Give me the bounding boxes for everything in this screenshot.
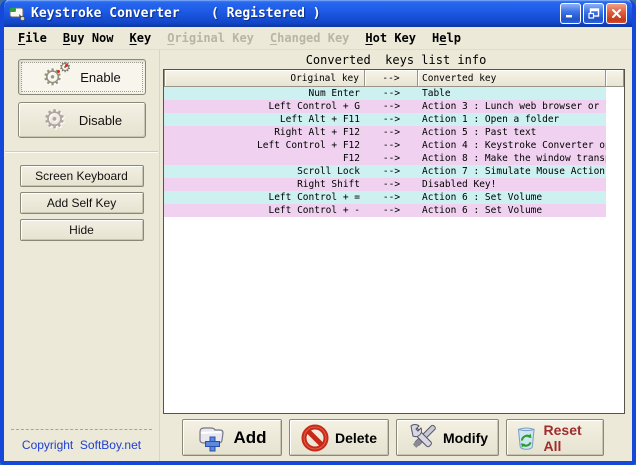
minimize-icon [565, 8, 576, 19]
reset-all-label: Reset All [544, 422, 595, 454]
cell: --> [365, 113, 418, 126]
cell: Left Control + = [164, 191, 365, 204]
table-row[interactable]: Scroll Lock-->Action 7 : Simulate Mouse … [164, 165, 606, 178]
disable-button[interactable]: ⚙ Disable [18, 102, 146, 138]
table-row[interactable]: Right Shift-->Disabled Key! [164, 178, 606, 191]
reset-all-icon [515, 424, 538, 452]
maximize-icon [588, 8, 600, 19]
reset-all-button[interactable]: Reset All [506, 419, 604, 456]
cell: Left Control + - [164, 204, 365, 217]
menu-item-original-key: Original Key [159, 29, 262, 48]
cell: Right Alt + F12 [164, 126, 365, 139]
list-title: Converted keys list info [160, 50, 632, 69]
copyright-separator [11, 429, 152, 430]
cell: --> [365, 100, 418, 113]
cell: --> [365, 139, 418, 152]
cell: Right Shift [164, 178, 365, 191]
cell: --> [365, 165, 418, 178]
delete-icon [301, 424, 329, 452]
cell: F12 [164, 152, 365, 165]
add-button[interactable]: Add [182, 419, 282, 456]
add-icon [197, 424, 227, 452]
cell: --> [365, 204, 418, 217]
menu-item-changed-key: Changed Key [262, 29, 357, 48]
sidebar: ⚙ ⚙ Enable ⚙ Disable Screen Keyboard Add… [4, 50, 160, 461]
app-icon [9, 6, 27, 22]
menu-item-hot-key[interactable]: Hot Key [357, 29, 424, 48]
modify-button[interactable]: Modify [396, 419, 499, 456]
cell: Disabled Key! [418, 178, 606, 191]
delete-label: Delete [335, 430, 377, 446]
gears-icon: ⚙ ⚙ [42, 62, 72, 92]
close-button[interactable] [606, 3, 627, 24]
menu-item-key[interactable]: Key [122, 29, 160, 48]
cell: --> [365, 152, 418, 165]
modify-icon [407, 423, 437, 453]
cell: Left Alt + F11 [164, 113, 365, 126]
cell: --> [365, 87, 418, 100]
add-label: Add [233, 428, 266, 448]
cell: Action 6 : Set Volume [418, 204, 606, 217]
cell: Action 8 : Make the window transpa... [418, 152, 606, 165]
table-row[interactable]: Left Control + F12-->Action 4 : Keystrok… [164, 139, 606, 152]
cell: --> [365, 178, 418, 191]
key-list-rows: Num Enter-->TableLeft Control + G-->Acti… [164, 87, 624, 217]
cell: --> [365, 126, 418, 139]
menu-item-file[interactable]: File [10, 29, 55, 48]
title-bar[interactable]: Keystroke Converter ( Registered ) [4, 0, 632, 27]
cell: Left Control + G [164, 100, 365, 113]
table-row[interactable]: F12-->Action 8 : Make the window transpa… [164, 152, 606, 165]
disable-label: Disable [79, 113, 122, 128]
window-title: Keystroke Converter ( Registered ) [31, 6, 560, 21]
cell: --> [365, 191, 418, 204]
enable-label: Enable [80, 70, 120, 85]
minimize-button[interactable] [560, 3, 581, 24]
screen-keyboard-button[interactable]: Screen Keyboard [20, 165, 144, 187]
column-header-original-key[interactable]: Original key [164, 70, 365, 87]
action-bar: Add Delete [160, 414, 632, 461]
modify-label: Modify [443, 430, 488, 446]
menu-item-buy-now[interactable]: Buy Now [55, 29, 122, 48]
app-window: Keystroke Converter ( Registered ) [0, 0, 636, 465]
menu-item-help[interactable]: Help [424, 29, 469, 48]
cell: Action 6 : Set Volume [418, 191, 606, 204]
cell: Action 4 : Keystroke Converter ope... [418, 139, 606, 152]
close-icon [611, 8, 622, 19]
table-row[interactable]: Num Enter-->Table [164, 87, 606, 100]
list-header: Original key --> Converted key [164, 70, 624, 87]
menu-bar: FileBuy NowKeyOriginal KeyChanged KeyHot… [4, 27, 632, 50]
cell: Num Enter [164, 87, 365, 100]
converted-keys-list[interactable]: Original key --> Converted key Num Enter… [163, 69, 625, 414]
table-row[interactable]: Left Control + =-->Action 6 : Set Volume [164, 191, 606, 204]
table-row[interactable]: Right Alt + F12-->Action 5 : Past text [164, 126, 606, 139]
hide-button[interactable]: Hide [20, 219, 144, 241]
copyright-text: Copyright SoftBoy.net [4, 438, 159, 452]
cell: Left Control + F12 [164, 139, 365, 152]
table-row[interactable]: Left Control + G-->Action 3 : Lunch web … [164, 100, 606, 113]
delete-button[interactable]: Delete [289, 419, 389, 456]
cell: Action 3 : Lunch web browser or file [418, 100, 606, 113]
sidebar-separator [5, 151, 158, 153]
enable-button[interactable]: ⚙ ⚙ Enable [18, 59, 146, 95]
column-header-arrow[interactable]: --> [365, 70, 418, 87]
cell: Scroll Lock [164, 165, 365, 178]
client-area: ⚙ ⚙ Enable ⚙ Disable Screen Keyboard Add… [4, 50, 632, 461]
column-header-converted-key[interactable]: Converted key [418, 70, 606, 87]
table-row[interactable]: Left Alt + F11-->Action 1 : Open a folde… [164, 113, 606, 126]
cell: Table [418, 87, 606, 100]
maximize-button[interactable] [583, 3, 604, 24]
cell: Action 7 : Simulate Mouse Action [418, 165, 606, 178]
column-header-stub [606, 70, 624, 87]
gear-icon: ⚙ [41, 105, 71, 135]
cell: Action 5 : Past text [418, 126, 606, 139]
main-panel: Converted keys list info Original key --… [160, 50, 632, 461]
add-self-key-button[interactable]: Add Self Key [20, 192, 144, 214]
cell: Action 1 : Open a folder [418, 113, 606, 126]
table-row[interactable]: Left Control + --->Action 6 : Set Volume [164, 204, 606, 217]
